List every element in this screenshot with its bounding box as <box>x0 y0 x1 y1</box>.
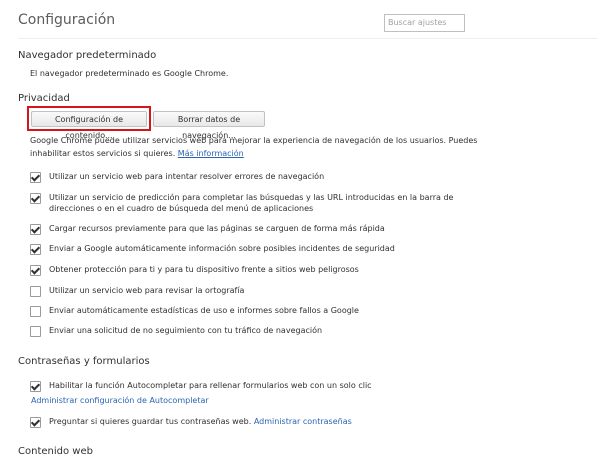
privacy-option-usage-stats[interactable]: Enviar automáticamente estadísticas de u… <box>30 305 359 317</box>
autofill-option[interactable]: Habilitar la función Autocompletar para … <box>30 380 372 392</box>
highlight-box <box>27 106 151 131</box>
clear-browsing-data-button[interactable]: Borrar datos de navegación... <box>153 111 265 140</box>
option-label: Enviar a Google automáticamente informac… <box>49 244 395 253</box>
privacy-description-line2: inhabilitar estos servicios si quieres. … <box>30 148 244 159</box>
checkbox[interactable] <box>30 326 41 337</box>
checkbox[interactable] <box>30 417 41 428</box>
privacy-option-spellcheck[interactable]: Utilizar un servicio web para revisar la… <box>30 285 244 297</box>
save-passwords-option[interactable]: Preguntar si quieres guardar tus contras… <box>30 416 352 428</box>
option-label: Utilizar un servicio de predicción para … <box>49 193 454 213</box>
option-label: Enviar automáticamente estadísticas de u… <box>49 306 359 315</box>
option-label: Enviar una solicitud de no seguimiento c… <box>49 326 323 335</box>
option-label: Habilitar la función Autocompletar para … <box>49 381 372 390</box>
default-browser-title: Navegador predeterminado <box>18 50 157 61</box>
checkbox[interactable] <box>30 172 41 183</box>
manage-autofill-link[interactable]: Administrar configuración de Autocomplet… <box>31 395 209 406</box>
more-info-link[interactable]: Más información <box>178 149 244 158</box>
privacy-description: Google Chrome puede utilizar servicios w… <box>30 136 478 145</box>
checkbox[interactable] <box>30 306 41 317</box>
option-label: Utilizar un servicio web para intentar r… <box>49 172 325 181</box>
privacy-option-safe-browsing[interactable]: Obtener protección para ti y para tu dis… <box>30 264 359 276</box>
page-title: Configuración <box>18 12 116 28</box>
default-browser-text: El navegador predeterminado es Google Ch… <box>30 69 229 78</box>
option-label: Utilizar un servicio web para revisar la… <box>49 286 245 295</box>
privacy-title: Privacidad <box>18 93 70 104</box>
option-label: Obtener protección para ti y para tu dis… <box>49 265 359 274</box>
search-input[interactable]: Buscar ajustes <box>384 14 465 32</box>
option-label: Preguntar si quieres guardar tus contras… <box>49 417 352 426</box>
checkbox[interactable] <box>30 224 41 235</box>
web-content-title: Contenido web <box>18 446 93 457</box>
checkbox[interactable] <box>30 381 41 392</box>
checkbox[interactable] <box>30 286 41 297</box>
checkbox[interactable] <box>30 244 41 255</box>
privacy-option-do-not-track[interactable]: Enviar una solicitud de no seguimiento c… <box>30 325 322 337</box>
option-label: Cargar recursos previamente para que las… <box>49 224 385 233</box>
header-divider <box>18 38 597 39</box>
passwords-forms-title: Contraseñas y formularios <box>18 356 150 367</box>
privacy-option-prediction[interactable]: Utilizar un servicio de predicción para … <box>30 192 453 214</box>
checkbox[interactable] <box>30 265 41 276</box>
privacy-description-text: inhabilitar estos servicios si quieres. <box>30 149 176 158</box>
privacy-option-security-incidents[interactable]: Enviar a Google automáticamente informac… <box>30 243 395 255</box>
checkbox[interactable] <box>30 193 41 204</box>
privacy-option-navigation-errors[interactable]: Utilizar un servicio web para intentar r… <box>30 171 324 183</box>
privacy-option-preload[interactable]: Cargar recursos previamente para que las… <box>30 223 385 235</box>
manage-passwords-link[interactable]: Administrar contraseñas <box>254 417 352 426</box>
